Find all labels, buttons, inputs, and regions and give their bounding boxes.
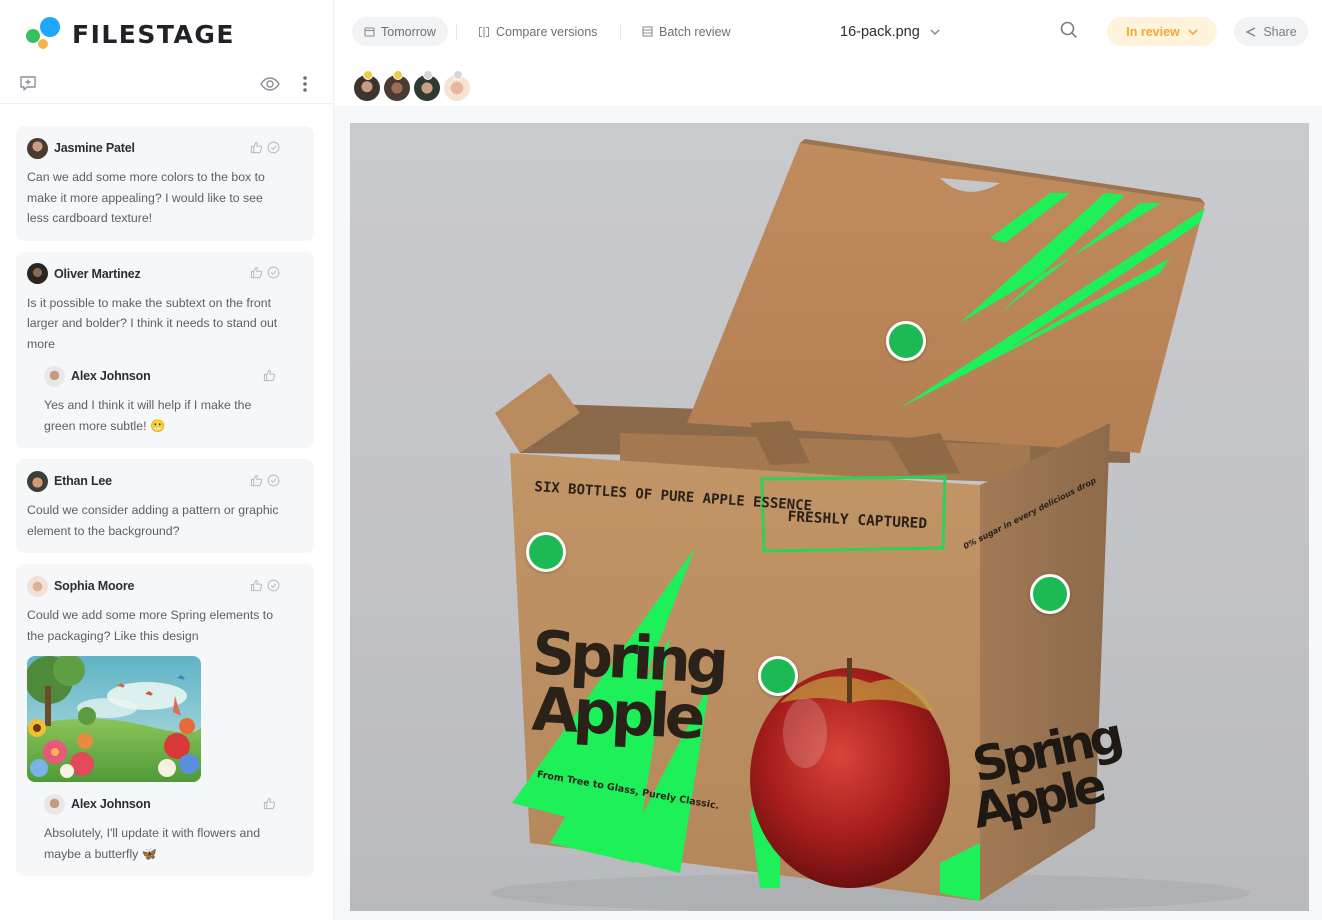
reply-text: Yes and I think it will help if I make t… xyxy=(44,398,252,433)
avatar xyxy=(27,263,48,284)
comment-card[interactable]: Jasmine Patel Can we add some more color… xyxy=(16,126,314,241)
eye-icon[interactable] xyxy=(258,72,282,96)
review-toolbar: Tomorrow Compare versions Batch review 1… xyxy=(334,0,1322,64)
reviewer-status-dot xyxy=(393,70,403,80)
reviewer-avatar[interactable] xyxy=(382,70,412,103)
review-canvas: SIX BOTTLES OF PURE APPLE ESSENCE FRESHL… xyxy=(334,106,1322,920)
search-icon xyxy=(1059,20,1079,45)
resolve-check-icon[interactable] xyxy=(266,473,280,487)
filestage-logo[interactable]: FILESTAGE xyxy=(26,16,235,52)
search-button[interactable] xyxy=(1056,19,1082,45)
share-label: Share xyxy=(1263,24,1297,39)
annotation-marker-side[interactable] xyxy=(1030,574,1070,614)
reply-author: Alex Johnson xyxy=(71,797,151,811)
review-status-dropdown[interactable]: In review xyxy=(1107,17,1217,46)
calendar-icon xyxy=(364,26,375,37)
artwork-viewer[interactable]: SIX BOTTLES OF PURE APPLE ESSENCE FRESHL… xyxy=(350,123,1309,911)
avatar xyxy=(44,793,65,815)
reviewer-avatars xyxy=(352,68,472,108)
annotation-marker-front-left[interactable] xyxy=(526,532,566,572)
comments-sidebar: FILESTAGE Jasmine Patel Can we add some … xyxy=(0,0,334,920)
due-date-label: Tomorrow xyxy=(381,24,436,39)
toolbar-divider xyxy=(456,24,457,40)
comment-card[interactable]: Oliver Martinez Is it possible to make t… xyxy=(16,251,314,448)
compare-versions-button[interactable]: Compare versions xyxy=(470,17,605,46)
thumbs-up-icon[interactable] xyxy=(249,266,263,280)
comment-author: Jasmine Patel xyxy=(54,141,135,155)
due-date-button[interactable]: Tomorrow xyxy=(352,17,448,46)
compare-icon xyxy=(478,26,490,38)
batch-review-label: Batch review xyxy=(659,24,731,39)
comment-card[interactable]: Ethan Lee Could we consider adding a pat… xyxy=(16,459,314,553)
chevron-down-icon xyxy=(930,29,940,35)
thumbs-up-icon[interactable] xyxy=(262,368,276,382)
comment-reply[interactable]: Alex Johnson Yes and I think it will hel… xyxy=(44,365,302,436)
comment-text: Could we consider adding a pattern or gr… xyxy=(27,503,279,538)
reviewer-avatar[interactable] xyxy=(412,70,442,103)
avatar xyxy=(27,470,48,492)
comment-card[interactable]: Sophia Moore Could we add some more Spri… xyxy=(16,564,314,876)
comment-author: Ethan Lee xyxy=(54,474,112,488)
thumbs-up-icon[interactable] xyxy=(262,796,276,810)
comment-text: Can we add some more colors to the box t… xyxy=(27,170,265,225)
reviewer-status-dot xyxy=(363,70,373,80)
comment-author: Sophia Moore xyxy=(54,579,135,593)
avatar xyxy=(27,137,48,159)
reviewer-status-dot xyxy=(453,70,463,80)
toolbar-divider xyxy=(620,24,621,40)
reviewer-avatar[interactable] xyxy=(442,70,472,103)
reviewer-avatar[interactable] xyxy=(352,70,382,103)
resolve-check-icon[interactable] xyxy=(266,140,280,154)
batch-grid-icon xyxy=(642,26,653,37)
filestage-review-app: FILESTAGE Jasmine Patel Can we add some … xyxy=(0,0,1322,920)
resolve-check-icon[interactable] xyxy=(266,266,280,280)
logo-text: FILESTAGE xyxy=(72,19,235,49)
comment-author: Oliver Martinez xyxy=(54,266,141,281)
annotation-marker-apple[interactable] xyxy=(758,656,798,696)
review-status-label: In review xyxy=(1126,24,1180,39)
comment-list: Jasmine Patel Can we add some more color… xyxy=(16,126,314,887)
file-name: 16-pack.png xyxy=(840,24,920,40)
reviewer-status-dot xyxy=(423,70,433,80)
reply-text: Absolutely, I'll update it with flowers … xyxy=(44,826,261,861)
comment-reply[interactable]: Alex Johnson Absolutely, I'll update it … xyxy=(44,793,302,864)
logo-mark-icon xyxy=(26,17,68,51)
file-selector[interactable]: 16-pack.png xyxy=(840,20,940,44)
avatar xyxy=(44,365,65,387)
thumbs-up-icon[interactable] xyxy=(249,140,263,154)
annotation-marker-lid[interactable] xyxy=(886,321,926,361)
attachment-image-spring-meadow[interactable] xyxy=(27,656,201,782)
comment-plus-icon[interactable] xyxy=(16,72,40,96)
comment-text: Could we add some more Spring elements t… xyxy=(27,608,274,643)
batch-review-button[interactable]: Batch review xyxy=(634,17,739,46)
comment-text: Is it possible to make the subtext on th… xyxy=(27,295,278,351)
share-icon xyxy=(1245,26,1257,38)
brand-name-front-line2: Apple xyxy=(530,674,703,754)
sidebar-toolbar xyxy=(0,64,334,104)
share-button[interactable]: Share xyxy=(1234,17,1308,46)
chevron-down-icon xyxy=(1188,28,1198,35)
thumbs-up-icon[interactable] xyxy=(249,578,263,592)
more-vertical-icon[interactable] xyxy=(293,72,317,96)
thumbs-up-icon[interactable] xyxy=(249,473,263,487)
reply-author: Alex Johnson xyxy=(71,369,151,383)
compare-versions-label: Compare versions xyxy=(496,24,598,39)
resolve-check-icon[interactable] xyxy=(266,578,280,592)
avatar xyxy=(27,575,48,597)
